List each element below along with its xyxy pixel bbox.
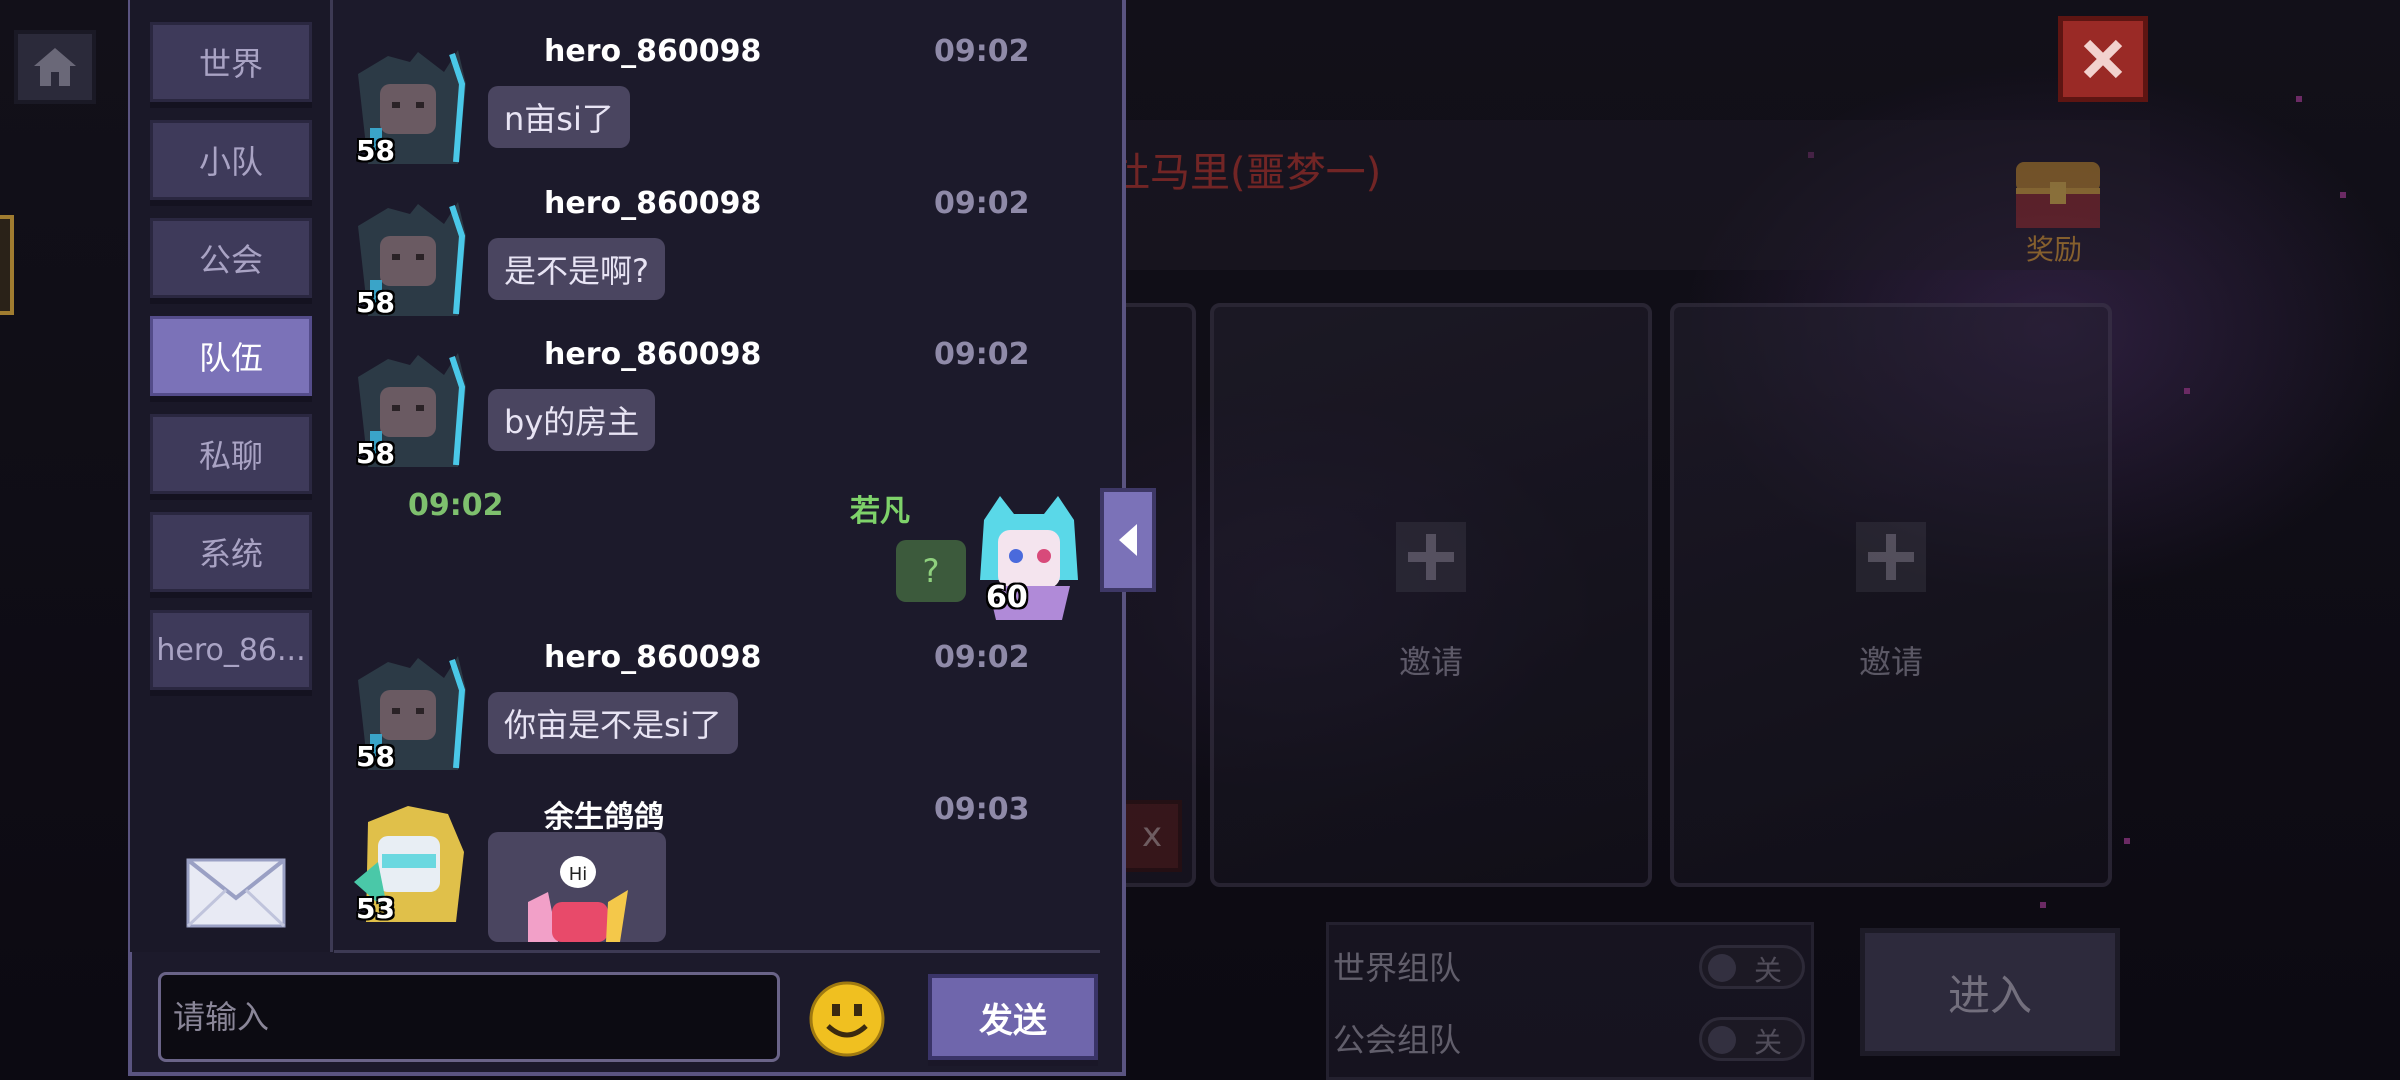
plus-icon: [1396, 522, 1466, 592]
tab-guild[interactable]: 公会: [150, 218, 312, 298]
message-time: 09:02: [408, 488, 504, 523]
message-time: 09:02: [934, 34, 1030, 69]
enter-button[interactable]: 进入: [1860, 928, 2120, 1056]
close-button[interactable]: [2058, 16, 2148, 102]
username[interactable]: hero_860098: [544, 34, 761, 69]
toggle-label: 世界组队: [1333, 949, 1462, 987]
message-bubble: 你亩是不是si了: [488, 692, 738, 754]
message-bubble: 是不是啊?: [488, 238, 665, 300]
stage-title: 杜马里(噩梦一): [1110, 150, 1382, 196]
message-time: 09:02: [934, 337, 1030, 372]
world-team-toggle[interactable]: 关: [1699, 945, 1805, 989]
send-button[interactable]: 发送: [928, 974, 1098, 1060]
message-time: 09:02: [934, 640, 1030, 675]
tab-system[interactable]: 系统: [150, 512, 312, 592]
toggle-state: 关: [1754, 954, 1783, 987]
home-button[interactable]: [14, 30, 96, 104]
sparkle: [2124, 838, 2130, 844]
guild-team-toggle-row: 公会组队 关: [1329, 1007, 1811, 1067]
sticker-message: Hi: [488, 832, 666, 942]
self-username[interactable]: 若凡: [850, 486, 910, 530]
invite-slot[interactable]: 邀请: [1210, 303, 1652, 887]
sparkle: [2040, 902, 2046, 908]
guild-team-toggle[interactable]: 关: [1699, 1017, 1805, 1061]
username[interactable]: 余生鸽鸽: [544, 792, 664, 836]
username[interactable]: hero_860098: [544, 337, 761, 372]
team-toggle-panel: 世界组队 关 公会组队 关: [1326, 922, 1814, 1080]
message-text: 是不是啊?: [504, 252, 649, 290]
toggle-label: 公会组队: [1333, 1021, 1462, 1059]
tab-team[interactable]: 队伍: [150, 316, 312, 396]
sticker-text: Hi: [569, 864, 588, 885]
invite-slot[interactable]: 邀请: [1670, 303, 2112, 887]
self-message-bubble: ?: [896, 540, 966, 602]
tab-world[interactable]: 世界: [150, 22, 312, 102]
player-level: 58: [356, 740, 395, 773]
message-text: n亩si了: [504, 100, 614, 138]
chevron-left-icon: [1119, 524, 1137, 556]
tab-private[interactable]: 私聊: [150, 414, 312, 494]
sparkle: [2184, 388, 2190, 394]
remove-member-button[interactable]: x: [1122, 800, 1182, 872]
player-level: 53: [356, 892, 395, 925]
mail-icon[interactable]: [186, 858, 286, 928]
player-level: 58: [356, 286, 395, 319]
world-team-toggle-row: 世界组队 关: [1329, 935, 1811, 995]
message-text: 你亩是不是si了: [504, 706, 722, 744]
reward-label: 奖励: [2026, 233, 2083, 266]
plus-icon: [1856, 522, 1926, 592]
close-icon: [2083, 39, 2123, 79]
divider: [334, 950, 1100, 953]
tab-squad[interactable]: 小队: [150, 120, 312, 200]
message-time: 09:03: [934, 792, 1030, 827]
player-level: 58: [356, 437, 395, 470]
chat-input[interactable]: [158, 972, 780, 1062]
home-icon: [34, 48, 76, 86]
smiley-icon[interactable]: [808, 980, 886, 1058]
sticker-image: Hi: [528, 856, 628, 942]
tab-private-chat-user[interactable]: hero_86...: [150, 610, 312, 690]
sparkle: [2296, 96, 2302, 102]
sparkle: [2340, 192, 2346, 198]
message-text: ?: [922, 552, 940, 590]
message-time: 09:02: [934, 186, 1030, 221]
toggle-knob: [1708, 1026, 1736, 1054]
invite-label: 邀请: [1858, 643, 1923, 681]
message-bubble: by的房主: [488, 389, 656, 451]
username[interactable]: hero_860098: [544, 640, 761, 675]
self-level: 60: [986, 580, 1028, 615]
side-menu-handle[interactable]: [0, 215, 14, 315]
toggle-knob: [1708, 954, 1736, 982]
treasure-chest-icon[interactable]: [2008, 148, 2108, 238]
chat-message-list[interactable]: 58 hero_860098 09:02 n亩si了 58 hero_86009…: [334, 0, 1100, 948]
toggle-state: 关: [1754, 1026, 1783, 1059]
message-text: by的房主: [504, 403, 640, 441]
invite-label: 邀请: [1398, 643, 1463, 681]
chat-channel-tabs: 世界 小队 公会 队伍 私聊 系统 hero_86...: [130, 0, 333, 952]
collapse-chat-button[interactable]: [1100, 488, 1156, 592]
username[interactable]: hero_860098: [544, 186, 761, 221]
player-level: 58: [356, 134, 395, 167]
message-bubble: n亩si了: [488, 86, 630, 148]
